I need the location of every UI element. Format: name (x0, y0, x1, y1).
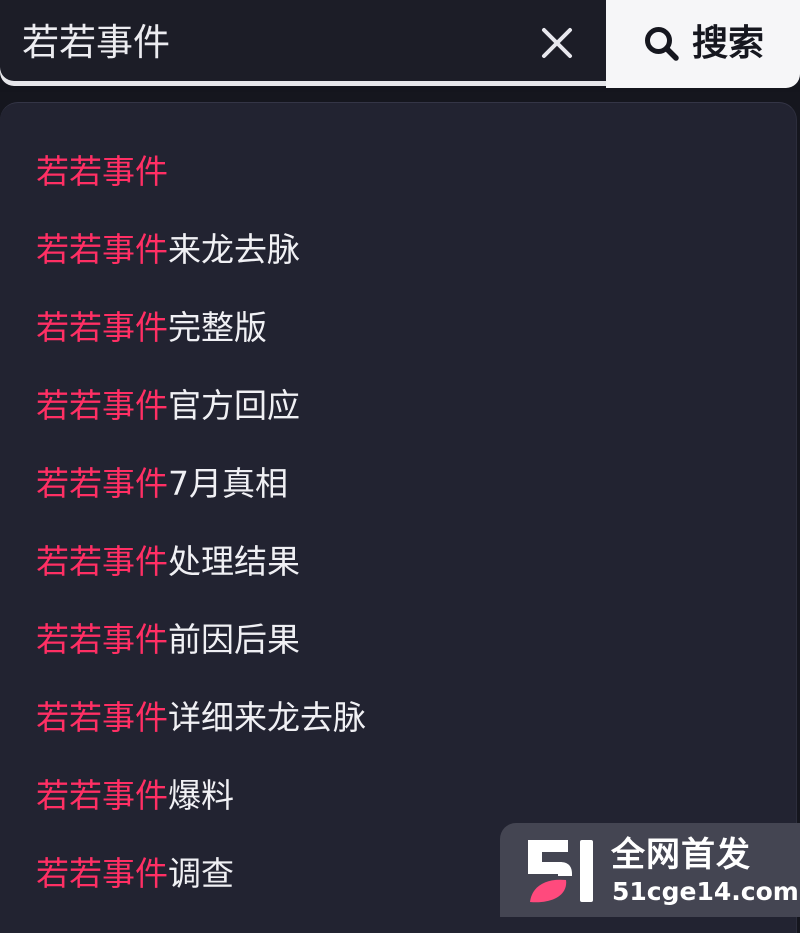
search-button-label: 搜索 (692, 23, 765, 64)
watermark-title: 全网首发 (611, 835, 751, 875)
suggestion-item[interactable]: 若若事件来龙去脉 (36, 225, 300, 275)
suggestion-highlight: 若若事件 (36, 230, 168, 269)
suggestion-item[interactable]: 若若事件完整版 (36, 303, 267, 353)
suggestion-highlight: 若若事件 (36, 308, 168, 347)
search-field[interactable] (0, 0, 606, 86)
close-icon (542, 28, 572, 58)
suggestion-item[interactable]: 若若事件7月真相 (36, 459, 288, 509)
suggestion-highlight: 若若事件 (36, 386, 168, 425)
suggestion-item[interactable]: 若若事件爆料 (36, 771, 234, 821)
search-button[interactable]: 搜索 (606, 0, 800, 88)
suggestion-text: 详细来龙去脉 (168, 698, 366, 737)
suggestion-item[interactable]: 若若事件详细来龙去脉 (36, 693, 366, 743)
search-icon (645, 27, 679, 61)
suggestion-highlight: 若若事件 (36, 152, 168, 191)
suggestion-text: 前因后果 (168, 620, 300, 659)
search-bar: 搜索 (0, 0, 800, 92)
suggestion-item[interactable]: 若若事件官方回应 (36, 381, 300, 431)
suggestion-highlight: 若若事件 (36, 698, 168, 737)
suggestion-text: 完整版 (168, 308, 267, 347)
suggestion-item[interactable]: 若若事件调查 (36, 849, 234, 899)
suggestion-text: 调查 (168, 854, 234, 893)
suggestion-list: 若若事件 若若事件来龙去脉 若若事件完整版 若若事件官方回应 若若事件7月真相 … (0, 102, 797, 933)
suggestion-text: 处理结果 (168, 542, 300, 581)
suggestion-item[interactable]: 若若事件 (36, 147, 168, 197)
clear-search-button[interactable] (533, 19, 581, 67)
51-logo-icon (528, 840, 593, 903)
search-input[interactable] (22, 14, 522, 72)
suggestion-text: 爆料 (168, 776, 234, 815)
suggestion-highlight: 若若事件 (36, 854, 168, 893)
suggestion-highlight: 若若事件 (36, 776, 168, 815)
suggestion-highlight: 若若事件 (36, 542, 168, 581)
suggestion-item[interactable]: 若若事件处理结果 (36, 537, 300, 587)
suggestion-text: 官方回应 (168, 386, 300, 425)
suggestion-text: 7月真相 (168, 464, 288, 503)
suggestion-highlight: 若若事件 (36, 464, 168, 503)
suggestion-text: 来龙去脉 (168, 230, 300, 269)
suggestion-highlight: 若若事件 (36, 620, 168, 659)
watermark-url: 51cge14.com (612, 877, 799, 906)
watermark: 全网首发 51cge14.com (500, 823, 800, 917)
suggestion-item[interactable]: 若若事件前因后果 (36, 615, 300, 665)
